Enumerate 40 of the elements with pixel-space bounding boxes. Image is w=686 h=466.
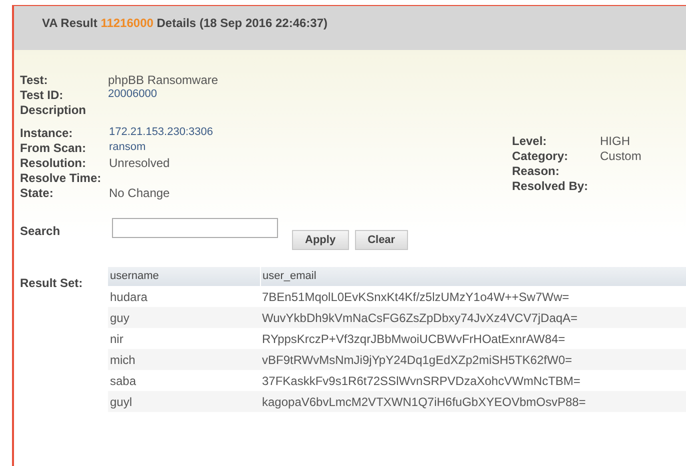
- field-value: No Change: [109, 184, 170, 202]
- result-set-label: Result Set:: [20, 275, 84, 292]
- table-cell: 7BEn51MqolL0EvKSnxKt4Kf/z5lzUMzY1o4W++Sw7Ww=: [260, 286, 686, 307]
- search-label: Search: [20, 223, 62, 240]
- page-title: VA Result 11216000 Details (18 Sep 2016 22:46:37): [42, 15, 328, 32]
- action-button[interactable]: Apply: [292, 230, 349, 250]
- field-value: phpBB Ransomware: [108, 72, 218, 88]
- table-cell: vBF9tRWvMsNmJi9jYpY24Dq1gEdXZp2miSH5TK62fW0=: [260, 349, 686, 370]
- field-label: Instance:: [20, 124, 74, 142]
- field-label: Test ID:: [20, 86, 64, 104]
- table-cell: nir: [108, 328, 260, 349]
- table-cell: hudara: [108, 286, 260, 307]
- field-value: 20006000: [108, 87, 157, 102]
- field-value: ransom: [109, 140, 146, 156]
- table-cell: RYppsKrczP+Vf3zqrJBbMwoiUCBWvFrHOatExnrAW84=: [260, 328, 686, 349]
- table-cell: saba: [108, 370, 260, 391]
- field-label: Description: [20, 102, 88, 118]
- table-cell: 37FKaskkFv9s1R6t72SSlWvnSRPVDzaXohcVWmNcTBM=: [260, 370, 686, 391]
- field-value: Unresolved: [109, 154, 170, 172]
- field-value: 172.21.153.230:3306: [109, 125, 213, 140]
- field-label: State:: [20, 184, 54, 202]
- field-label: Resolution:: [20, 154, 87, 172]
- search-field[interactable]: [112, 218, 278, 238]
- action-button[interactable]: Clear: [354, 230, 408, 250]
- table-cell: WuvYkbDh9kVmNaCsFG6ZsZpDbxy74JvXz4VCV7jDaqA=: [260, 307, 686, 328]
- field-label: Resolve Time:: [20, 170, 102, 186]
- field-label: From Scan:: [20, 140, 88, 156]
- table-cell: guyl: [108, 391, 260, 412]
- field-label: Level:: [512, 132, 548, 150]
- field-value: Custom: [600, 148, 642, 164]
- field-label: Resolved By:: [512, 178, 590, 194]
- table-cell: guy: [108, 307, 260, 328]
- table-cell: mich: [108, 349, 260, 370]
- field-label: Reason:: [512, 162, 560, 180]
- field-label: Test:: [20, 72, 49, 88]
- column-header: username: [108, 267, 260, 286]
- field-label: Category:: [512, 148, 570, 164]
- column-header: user_email: [260, 267, 686, 286]
- table-cell: kagopaV6bvLmcM2VTXWN1Q7iH6fuGbXYEOVbmOsvP88=: [260, 391, 686, 412]
- field-value: HIGH: [600, 132, 630, 150]
